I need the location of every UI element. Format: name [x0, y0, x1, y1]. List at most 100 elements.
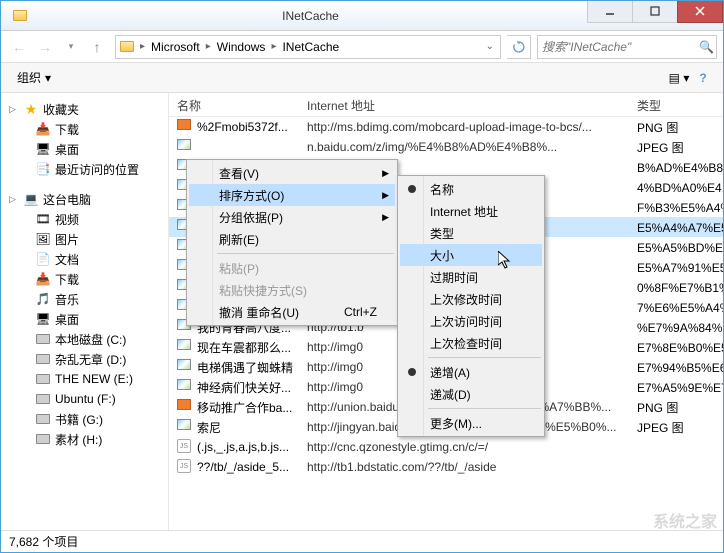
file-url: http://ms.bdimg.com/mobcard-upload-image…	[299, 120, 629, 134]
column-url[interactable]: Internet 地址	[299, 93, 629, 116]
list-item[interactable]: %2Fmobi5372f...http://ms.bdimg.com/mobca…	[169, 117, 723, 137]
document-icon: 📄	[35, 251, 51, 267]
tree-item-drive-e[interactable]: THE NEW (E:)	[1, 369, 168, 389]
js-file-icon: JS	[177, 439, 193, 455]
item-count: 7,682 个项目	[9, 533, 78, 550]
recent-icon: 📑	[35, 161, 51, 177]
close-button[interactable]	[677, 1, 723, 23]
sort-name[interactable]: 名称	[400, 178, 542, 200]
list-item[interactable]: JS(.js,_.js,a.js,b.js...http://cnc.qzone…	[169, 437, 723, 457]
file-name: 移动推广合作ba...	[197, 399, 299, 416]
sort-size[interactable]: 大小	[400, 244, 542, 266]
img-file-icon	[177, 139, 193, 155]
breadcrumb-segment[interactable]: Windows	[213, 36, 270, 58]
sort-checked[interactable]: 上次检查时间	[400, 332, 542, 354]
search-icon[interactable]: 🔍	[699, 40, 714, 54]
chevron-right-icon[interactable]: ▸	[204, 41, 213, 52]
img-file-icon	[177, 339, 193, 355]
chevron-right-icon[interactable]: ▸	[269, 41, 278, 52]
tree-item-desktop[interactable]: 🖥桌面	[1, 139, 168, 159]
search-input[interactable]	[542, 40, 699, 54]
expand-icon[interactable]: ▷	[9, 104, 19, 115]
tree-item-videos[interactable]: 🎞视频	[1, 209, 168, 229]
folder-icon	[116, 41, 138, 52]
ctx-undo-rename[interactable]: 撤消 重命名(U)Ctrl+Z	[189, 301, 395, 323]
breadcrumb-segment[interactable]: Microsoft	[147, 36, 204, 58]
tree-favorites[interactable]: ▷ ★ 收藏夹	[1, 99, 168, 119]
back-button[interactable]: ←	[7, 35, 31, 59]
column-type[interactable]: 类型	[629, 93, 723, 116]
menu-separator	[217, 253, 394, 254]
expand-icon[interactable]: ▷	[9, 194, 19, 205]
title-bar: INetCache	[1, 1, 723, 31]
tree-item-drive-g[interactable]: 书籍 (G:)	[1, 409, 168, 429]
sort-type[interactable]: 类型	[400, 222, 542, 244]
tree-item-drive-d[interactable]: 杂乱无章 (D:)	[1, 349, 168, 369]
file-type: E7%8E%B0%E5... JPEG 图	[629, 339, 723, 356]
ctx-sort-by[interactable]: 排序方式(O)▶	[189, 184, 395, 206]
tree-item-music[interactable]: 🎵音乐	[1, 289, 168, 309]
breadcrumb-segment[interactable]: INetCache	[278, 36, 343, 58]
tree-item-drive-h[interactable]: 素材 (H:)	[1, 429, 168, 449]
file-name: 神经病们快关好...	[197, 379, 299, 396]
drive-icon	[35, 351, 51, 367]
tree-item-documents[interactable]: 📄文档	[1, 249, 168, 269]
tree-item-drive-c[interactable]: 本地磁盘 (C:)	[1, 329, 168, 349]
column-name[interactable]: 名称	[169, 93, 299, 116]
desktop-icon: 🖥	[35, 141, 51, 157]
menu-separator	[428, 357, 541, 358]
drive-icon	[35, 371, 51, 387]
desktop-icon: 🖥	[35, 311, 51, 327]
column-headers: 名称 Internet 地址 类型	[169, 93, 723, 117]
minimize-button[interactable]	[587, 1, 633, 23]
file-name: 电梯偶遇了蜘蛛精	[197, 359, 299, 376]
file-type: 4%BD%A0%E4... JPEG 图	[629, 179, 723, 196]
recent-dropdown[interactable]: ▾	[59, 35, 83, 59]
ctx-view[interactable]: 查看(V)▶	[189, 162, 395, 184]
file-type: PNG 图	[629, 119, 723, 136]
navigation-pane[interactable]: ▷ ★ 收藏夹 📥下载 🖥桌面 📑最近访问的位置 ▷ 💻 这台电脑 🎞视频 🖼图…	[1, 93, 169, 530]
breadcrumb-dropdown[interactable]: ⌄	[480, 41, 500, 52]
file-type: 7%E6%E5%A4%... JPEG 图	[629, 299, 723, 316]
tree-item-drive-f[interactable]: Ubuntu (F:)	[1, 389, 168, 409]
sort-ascending[interactable]: 递增(A)	[400, 361, 542, 383]
file-type: E5%A4%A7%E5... JPEG 图	[629, 219, 723, 236]
sort-descending[interactable]: 递减(D)	[400, 383, 542, 405]
chevron-right-icon[interactable]: ▸	[138, 41, 147, 52]
sort-accessed[interactable]: 上次访问时间	[400, 310, 542, 332]
organize-button[interactable]: 组织 ▾	[9, 67, 59, 88]
png-file-icon	[177, 399, 193, 415]
ctx-refresh[interactable]: 刷新(E)	[189, 228, 395, 250]
sort-more[interactable]: 更多(M)...	[400, 412, 542, 434]
ctx-paste-shortcut: 粘贴快捷方式(S)	[189, 279, 395, 301]
tree-item-pictures[interactable]: 🖼图片	[1, 229, 168, 249]
tree-this-pc[interactable]: ▷ 💻 这台电脑	[1, 189, 168, 209]
file-name: ??/tb/_/aside_5...	[197, 460, 299, 474]
drive-icon	[35, 331, 51, 347]
search-box[interactable]: 🔍	[537, 35, 717, 59]
tree-item-downloads[interactable]: 📥下载	[1, 269, 168, 289]
maximize-button[interactable]	[632, 1, 678, 23]
ctx-group-by[interactable]: 分组依据(P)▶	[189, 206, 395, 228]
help-button[interactable]: ?	[691, 66, 715, 90]
tree-item-recent[interactable]: 📑最近访问的位置	[1, 159, 168, 179]
view-options-button[interactable]: ▤ ▾	[667, 66, 691, 90]
tree-item-downloads[interactable]: 📥下载	[1, 119, 168, 139]
star-icon: ★	[23, 101, 39, 117]
list-item[interactable]: n.baidu.com/z/img/%E4%B8%AD%E4%B8%...JPE…	[169, 137, 723, 157]
refresh-button[interactable]	[507, 35, 531, 59]
picture-icon: 🖼	[35, 231, 51, 247]
sort-expiry[interactable]: 过期时间	[400, 266, 542, 288]
up-button[interactable]: ↑	[85, 35, 109, 59]
download-icon: 📥	[35, 271, 51, 287]
file-type: JPEG 图	[629, 419, 723, 436]
status-bar: 7,682 个项目	[1, 530, 723, 552]
list-item[interactable]: JS??/tb/_/aside_5...http://tb1.bdstatic.…	[169, 457, 723, 477]
navigation-bar: ← → ▾ ↑ ▸ Microsoft ▸ Windows ▸ INetCach…	[1, 31, 723, 63]
file-name: 索尼	[197, 419, 299, 436]
tree-item-desktop[interactable]: 🖥桌面	[1, 309, 168, 329]
sort-internet-address[interactable]: Internet 地址	[400, 200, 542, 222]
forward-button[interactable]: →	[33, 35, 57, 59]
breadcrumb[interactable]: ▸ Microsoft ▸ Windows ▸ INetCache ⌄	[115, 35, 501, 59]
sort-modified[interactable]: 上次修改时间	[400, 288, 542, 310]
